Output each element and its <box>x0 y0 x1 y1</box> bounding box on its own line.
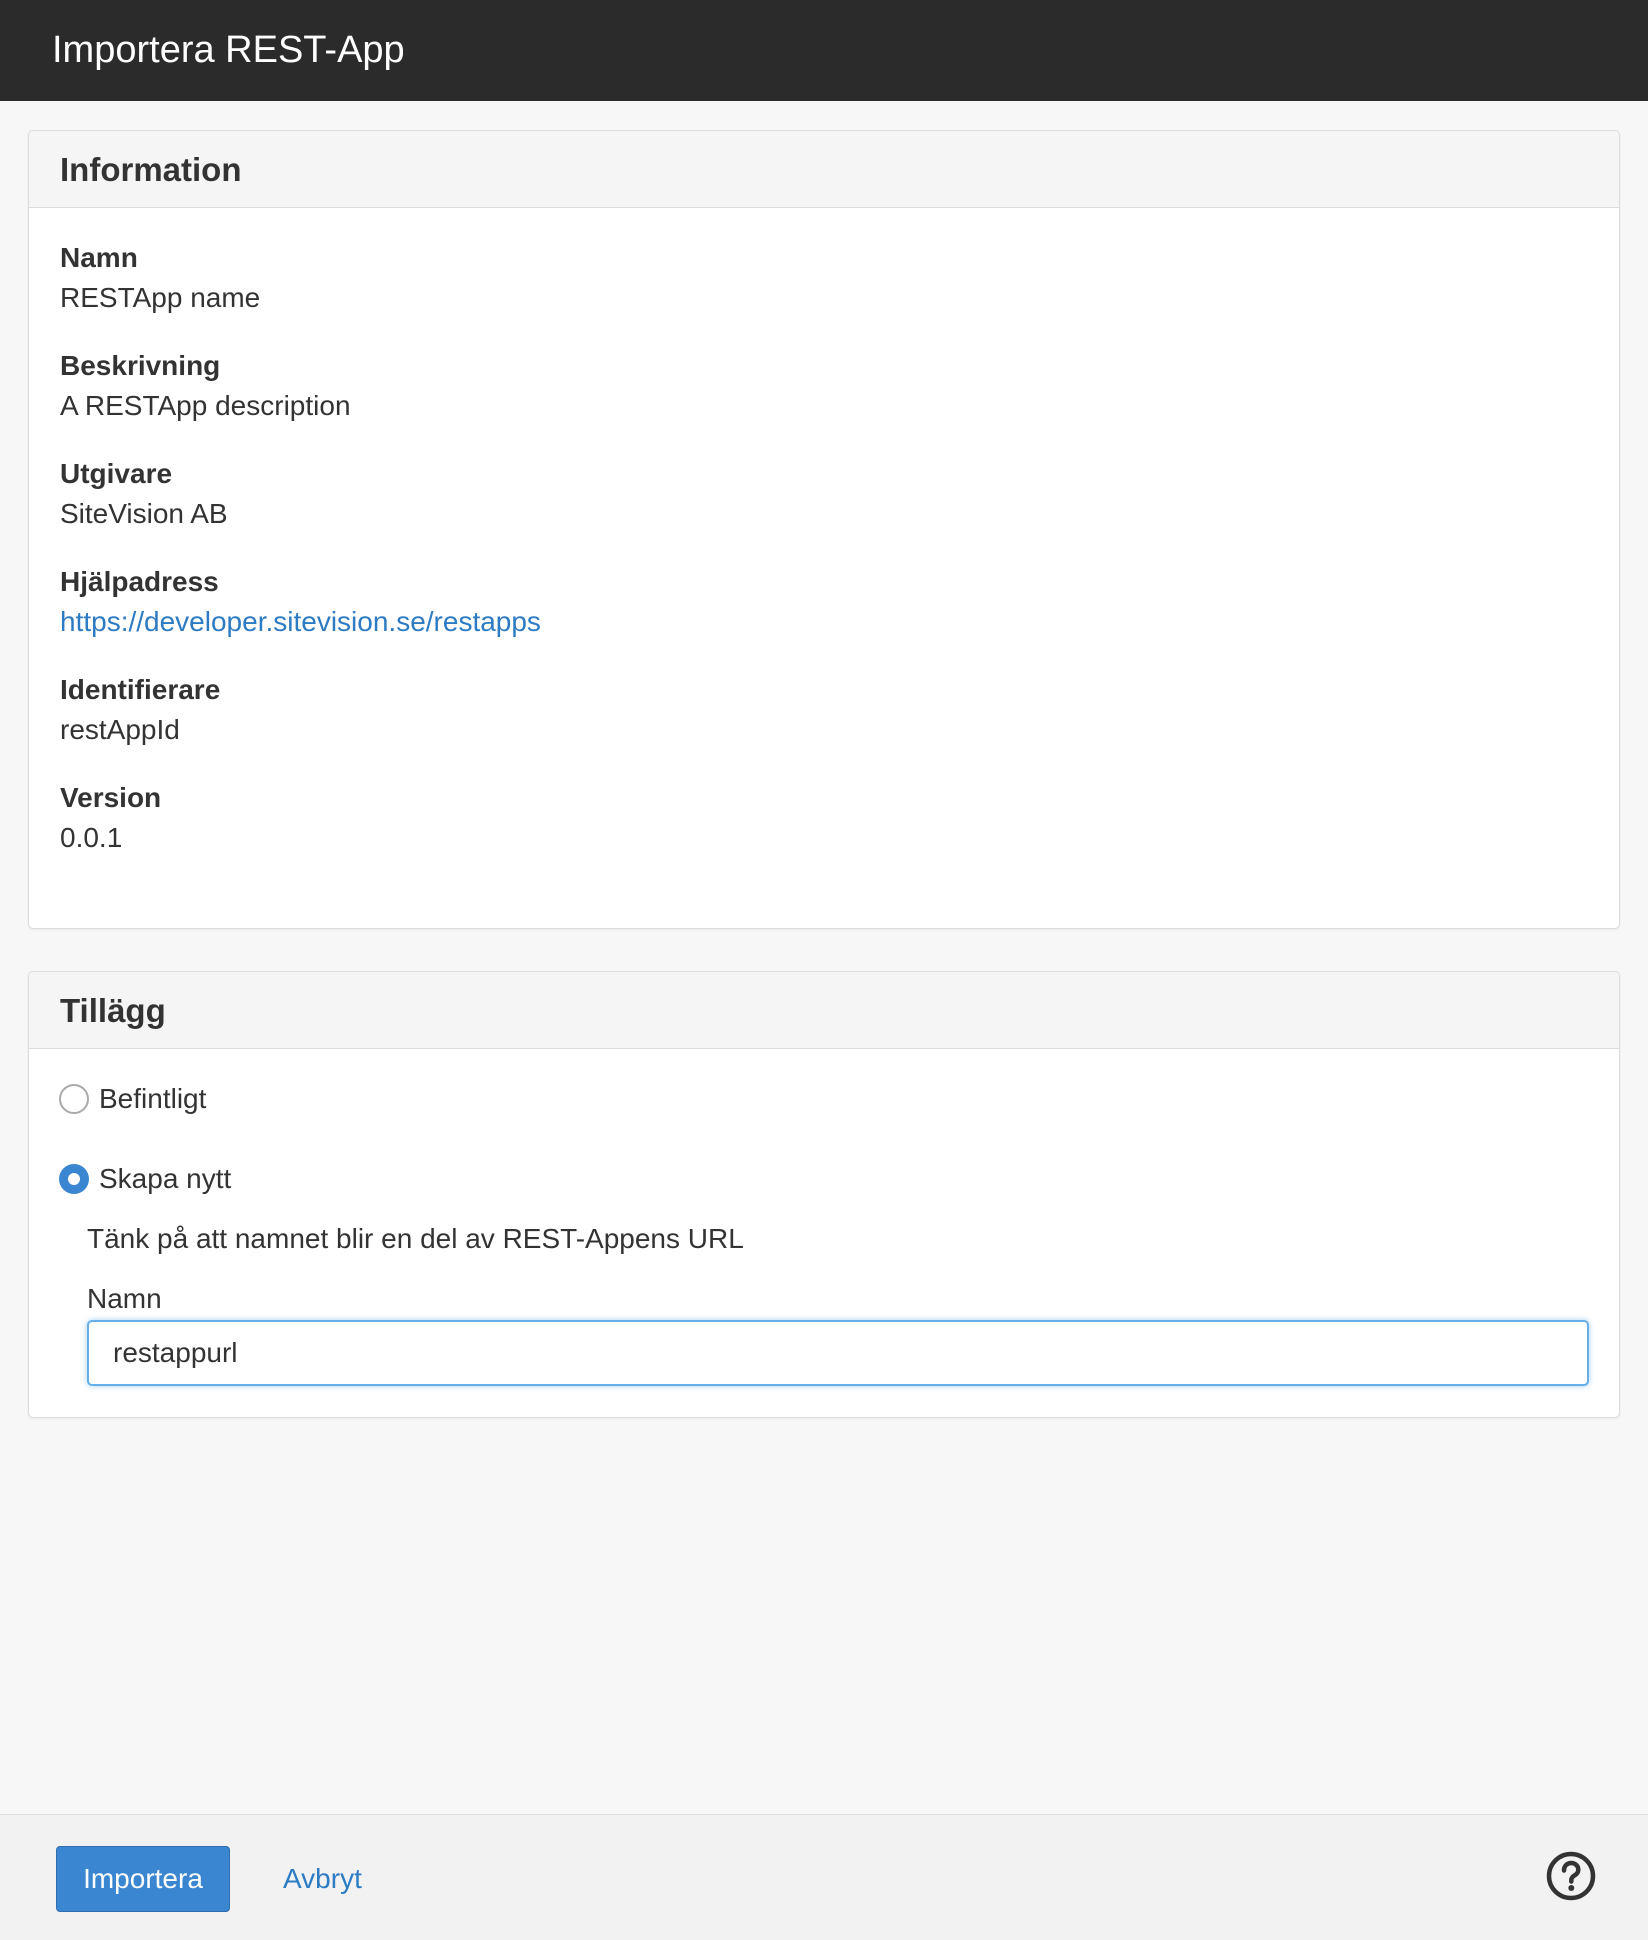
radio-existing-label[interactable]: Befintligt <box>99 1082 206 1116</box>
addon-panel: Tillägg Befintligt Skapa nytt Tänk på at… <box>28 971 1620 1418</box>
field-description: Beskrivning A RESTApp description <box>60 349 351 423</box>
name-input[interactable] <box>87 1320 1589 1386</box>
url-hint-text: Tänk på att namnet blir en del av REST-A… <box>87 1223 744 1254</box>
field-help-address: Hjälpadress https://developer.sitevision… <box>60 565 541 639</box>
radio-option-existing[interactable]: Befintligt <box>59 1082 206 1116</box>
dialog-titlebar: Importera REST-App <box>0 0 1648 101</box>
field-name-label: Namn <box>60 242 138 273</box>
addon-panel-heading: Tillägg <box>29 972 1619 1049</box>
cancel-button[interactable]: Avbryt <box>283 1846 362 1912</box>
field-identifier: Identifierare restAppId <box>60 673 220 747</box>
name-input-label: Namn <box>87 1283 162 1314</box>
field-publisher-label: Utgivare <box>60 458 173 489</box>
radio-option-create-new[interactable]: Skapa nytt <box>59 1162 231 1196</box>
field-description-label: Beskrivning <box>60 350 221 381</box>
information-panel-heading: Information <box>29 131 1619 208</box>
field-name-value: RESTApp name <box>60 282 261 313</box>
dialog-footer: Importera Avbryt <box>0 1814 1648 1940</box>
addon-heading: Tillägg <box>60 992 166 1029</box>
information-panel: Information Namn RESTApp name Beskrivnin… <box>28 130 1620 929</box>
radio-create-new-label[interactable]: Skapa nytt <box>99 1162 231 1196</box>
field-help-address-label: Hjälpadress <box>60 566 219 597</box>
field-version: Version 0.0.1 <box>60 781 161 855</box>
radio-existing[interactable] <box>59 1084 89 1114</box>
field-description-value: A RESTApp description <box>60 390 351 421</box>
help-address-link[interactable]: https://developer.sitevision.se/restapps <box>60 605 541 639</box>
information-heading: Information <box>60 151 242 188</box>
field-version-label: Version <box>60 782 162 813</box>
field-publisher-value: SiteVision AB <box>60 498 228 529</box>
import-button[interactable]: Importera <box>56 1846 230 1912</box>
field-publisher: Utgivare SiteVision AB <box>60 457 228 531</box>
field-identifier-value: restAppId <box>60 714 180 745</box>
field-name: Namn RESTApp name <box>60 241 260 315</box>
field-version-value: 0.0.1 <box>60 822 123 853</box>
radio-create-new[interactable] <box>59 1164 89 1194</box>
dialog-title: Importera REST-App <box>52 29 405 71</box>
question-circle-icon[interactable] <box>1546 1851 1596 1901</box>
field-identifier-label: Identifierare <box>60 674 221 705</box>
